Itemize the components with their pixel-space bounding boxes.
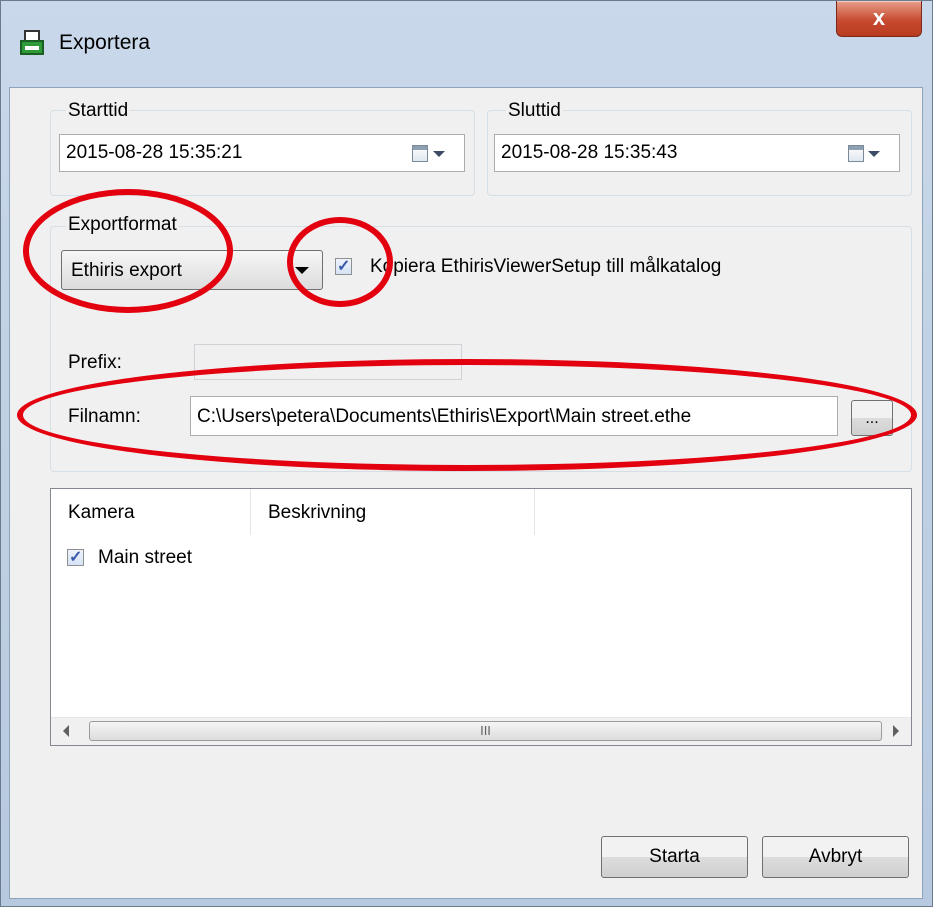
start-button[interactable]: Starta [601, 836, 748, 878]
chevron-down-icon[interactable] [868, 151, 880, 157]
end-time-picker[interactable]: 2015-08-28 15:35:43 [494, 134, 900, 172]
prefix-label: Prefix: [68, 352, 122, 373]
scroll-thumb[interactable]: III [89, 721, 882, 741]
prefix-input[interactable] [194, 344, 462, 380]
end-time-legend: Sluttid [506, 100, 563, 122]
chevron-down-icon[interactable] [433, 151, 445, 157]
filename-input[interactable]: C:\Users\petera\Documents\Ethiris\Export… [190, 396, 838, 436]
export-app-icon [20, 30, 44, 55]
filename-label: Filnamn: [68, 406, 141, 427]
window-title: Exportera [59, 31, 151, 54]
scroll-right-icon[interactable] [893, 725, 899, 737]
browse-button[interactable]: ... [851, 400, 893, 436]
list-item[interactable]: ✓ Main street [51, 543, 451, 573]
copy-viewer-label: Kopiera EthirisViewerSetup till målkatal… [370, 256, 722, 277]
camera-name: Main street [98, 547, 192, 568]
start-time-legend: Starttid [66, 100, 131, 122]
check-icon: ✓ [337, 258, 351, 275]
calendar-icon[interactable] [412, 145, 428, 162]
horizontal-scrollbar[interactable]: III [51, 717, 911, 745]
export-dialog: Exportera x Starttid 2015-08-28 15:35:21… [0, 0, 933, 907]
cancel-button[interactable]: Avbryt [762, 836, 909, 878]
end-time-value: 2015-08-28 15:35:43 [501, 142, 678, 163]
title-bar[interactable]: Exportera x [1, 1, 932, 87]
camera-list[interactable]: Kamera Beskrivning ✓ Main street III [50, 488, 912, 746]
start-time-picker[interactable]: 2015-08-28 15:35:21 [59, 134, 465, 172]
export-format-select[interactable]: Ethiris export [61, 250, 323, 290]
column-header-description[interactable]: Beskrivning [251, 489, 535, 535]
calendar-icon[interactable] [848, 145, 864, 162]
export-format-legend: Exportformat [66, 214, 179, 236]
check-icon: ✓ [69, 549, 83, 566]
export-format-value: Ethiris export [71, 260, 182, 281]
copy-viewer-checkbox[interactable]: ✓ [335, 258, 352, 275]
dialog-body: Starttid 2015-08-28 15:35:21 Sluttid 201… [9, 87, 923, 899]
chevron-down-icon[interactable] [295, 267, 309, 274]
camera-checkbox[interactable]: ✓ [67, 549, 84, 566]
filename-value: C:\Users\petera\Documents\Ethiris\Export… [197, 406, 692, 427]
column-header-camera[interactable]: Kamera [51, 489, 251, 535]
scroll-left-icon[interactable] [63, 725, 69, 737]
close-button[interactable]: x [836, 1, 922, 37]
start-time-value: 2015-08-28 15:35:21 [66, 142, 243, 163]
